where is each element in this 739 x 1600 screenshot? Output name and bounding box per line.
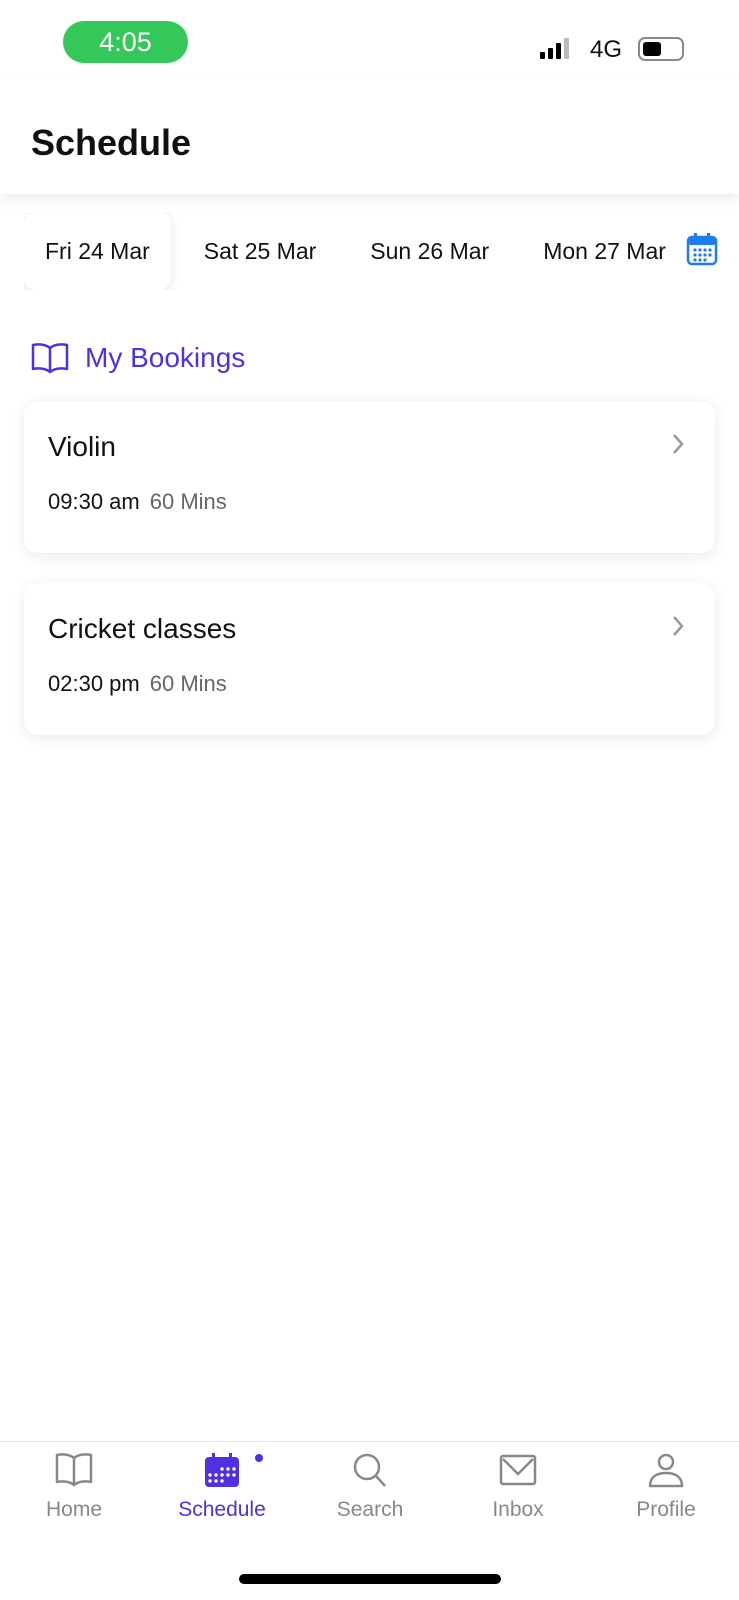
booking-time: 09:30 am <box>48 489 140 514</box>
tab-search[interactable]: Search <box>296 1452 444 1522</box>
tab-label: Home <box>45 1498 103 1521</box>
date-selector[interactable]: Fri 24 Mar Sat 25 Mar Sun 26 Mar Mon 27 … <box>24 212 684 290</box>
booking-card[interactable]: Cricket classes 02:30 pm 60 Mins <box>24 583 715 735</box>
booking-title: Violin <box>48 431 116 462</box>
booking-duration: 60 Mins <box>149 671 227 696</box>
booking-duration: 60 Mins <box>149 489 227 514</box>
my-bookings-heading: My Bookings <box>31 342 245 374</box>
booking-time: 02:30 pm <box>48 671 140 696</box>
chevron-right-icon <box>673 616 684 636</box>
booking-title: Cricket classes <box>48 613 237 644</box>
book-open-icon <box>31 343 69 374</box>
signal-icon <box>540 38 569 59</box>
booking-meta: 02:30 pm 60 Mins <box>48 671 227 697</box>
header: Schedule <box>0 80 739 194</box>
calendar-icon[interactable] <box>686 232 718 271</box>
tab-home[interactable]: Home <box>0 1452 148 1522</box>
user-icon <box>648 1453 684 1488</box>
date-tab[interactable]: Fri 24 Mar <box>24 212 171 290</box>
calendar-icon <box>205 1453 239 1487</box>
search-icon <box>353 1453 386 1487</box>
tab-label: Profile <box>636 1498 696 1521</box>
tab-label: Schedule <box>178 1498 266 1521</box>
battery-icon <box>638 37 684 61</box>
tab-profile[interactable]: Profile <box>592 1452 739 1522</box>
notification-dot <box>255 1454 263 1462</box>
section-title: My Bookings <box>85 342 246 373</box>
status-bar: 4:05 4G <box>0 0 739 80</box>
booking-meta: 09:30 am 60 Mins <box>48 489 227 515</box>
mail-icon <box>499 1454 537 1486</box>
page-title: Schedule <box>31 122 192 163</box>
tab-inbox[interactable]: Inbox <box>444 1452 592 1522</box>
home-indicator[interactable] <box>239 1574 501 1584</box>
booking-card[interactable]: Violin 09:30 am 60 Mins <box>24 401 715 553</box>
status-time: 4:05 <box>63 21 188 63</box>
tab-schedule[interactable]: Schedule <box>148 1452 296 1522</box>
date-tab[interactable]: Sat 25 Mar <box>183 212 338 290</box>
tab-label: Inbox <box>492 1498 544 1521</box>
network-type: 4G <box>590 36 623 63</box>
tab-label: Search <box>336 1498 404 1521</box>
date-tab[interactable]: Mon 27 Mar <box>522 212 684 290</box>
date-tab[interactable]: Sun 26 Mar <box>349 212 510 290</box>
chevron-right-icon <box>673 434 684 454</box>
book-icon <box>55 1453 93 1487</box>
